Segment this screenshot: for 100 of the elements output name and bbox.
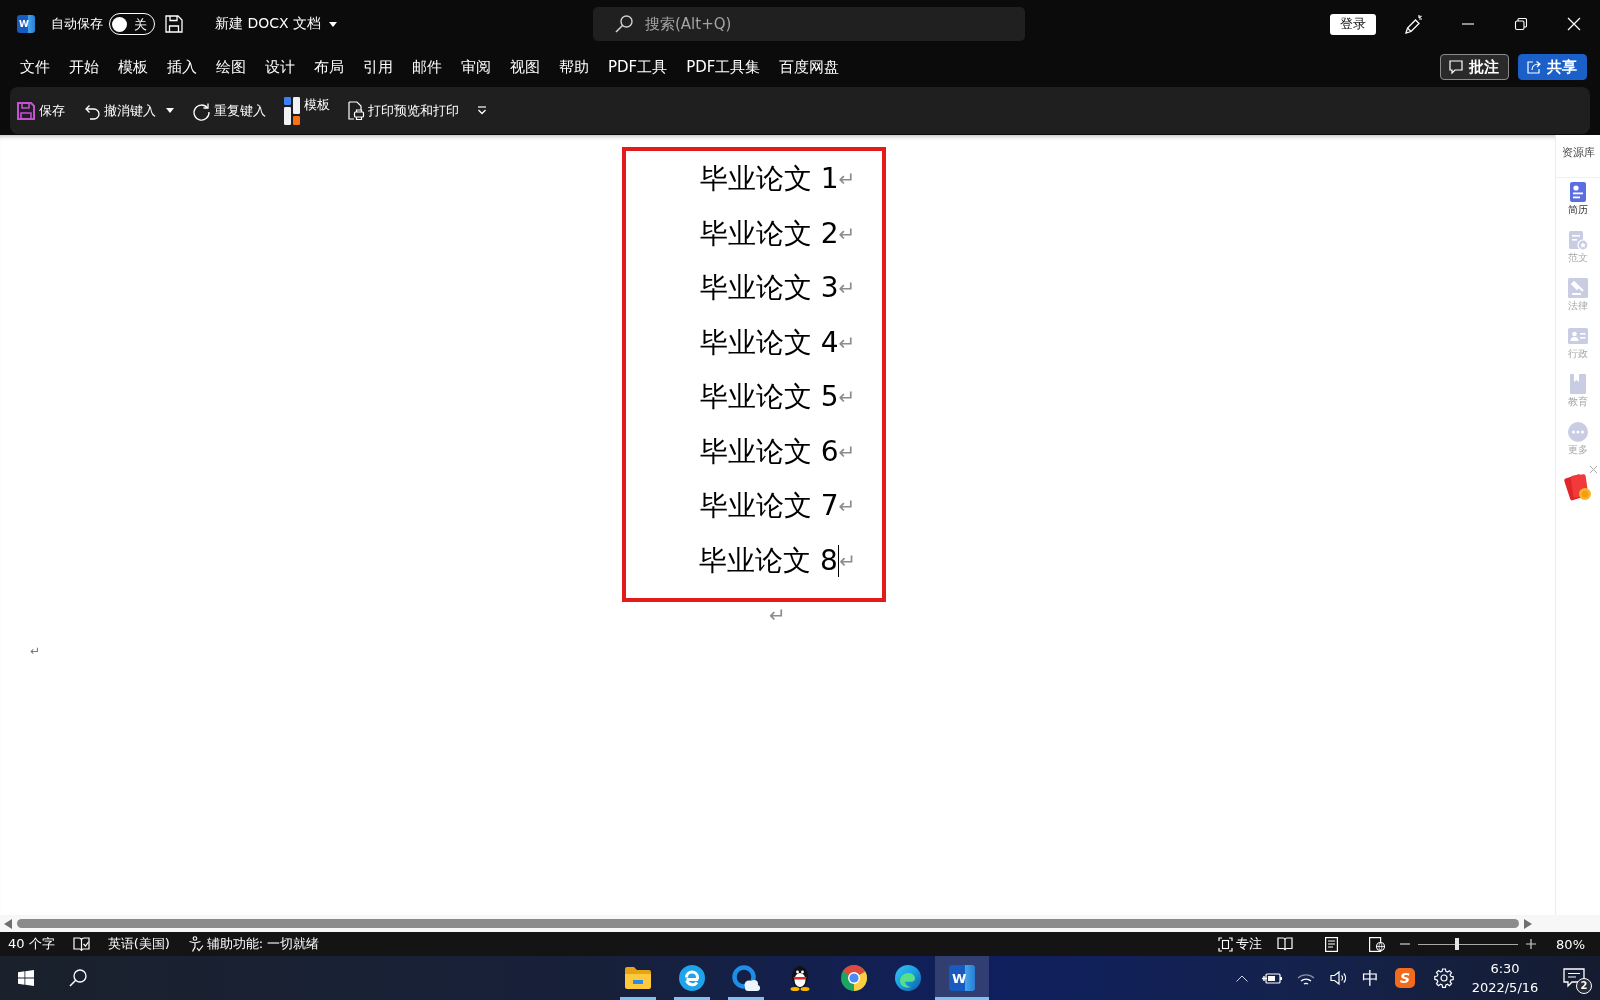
save-icon [17,101,35,120]
start-icon[interactable] [18,970,34,986]
ribbon-tab[interactable]: PDF工具集 [686,57,761,77]
focus-button[interactable]: 专注 [1218,935,1263,953]
template-tiles-icon [284,96,300,125]
ribbon-tab[interactable]: 插入 [167,57,197,77]
paragraph-mark: ↵ [838,441,856,462]
comment-button[interactable]: 批注 [1440,54,1509,80]
language-button[interactable]: 英语(美国) [107,935,170,953]
scrollbar-thumb[interactable] [17,919,1519,928]
ribbon-tab[interactable]: 百度网盘 [779,57,840,77]
ribbon-tab[interactable]: 布局 [314,57,344,77]
paragraph-text: 毕业论文 4 [699,328,839,357]
save-icon[interactable] [165,15,183,33]
chevron-up-icon[interactable] [1236,974,1248,982]
ribbon-tab[interactable]: 设计 [265,57,295,77]
notification-icon[interactable] [1563,968,1585,988]
paragraph-mark: ↵ [838,332,856,353]
ribbon-tab[interactable]: 视图 [510,57,540,77]
paragraph-mark: ↵ [838,223,856,244]
ribbon-tab[interactable]: 开始 [69,57,99,77]
battery-plug-icon[interactable] [1262,971,1282,985]
input-method-indicator[interactable]: 中 [1361,966,1379,990]
scroll-left-icon[interactable] [4,918,12,929]
read-mode-icon[interactable] [1277,937,1294,951]
wave-browser-icon [895,965,921,991]
word-count-button[interactable]: 40 个字 [8,935,55,953]
document-title-button[interactable]: 新建 DOCX 文档 [215,15,338,33]
ribbon-tab[interactable]: 绘图 [216,57,246,77]
web-layout-icon[interactable] [1369,936,1386,952]
paragraph-text: 毕业论文 5 [699,383,839,412]
paragraph-mark: ↵ [838,387,856,408]
document-star-icon [1568,230,1588,250]
resource-panel-title: 资源库 [1556,135,1600,178]
document-app-logo: W [949,965,975,991]
focus-icon [1218,936,1234,952]
print-preview-button[interactable]: 打印预览和打印 [348,101,459,120]
search-icon[interactable] [69,969,87,987]
search-field[interactable]: 搜索(Alt+Q) [593,7,1025,41]
ribbon-tab[interactable]: 帮助 [559,57,589,77]
paragraph-mark: ↵ [30,642,41,659]
penguin-icon [789,965,811,991]
paragraph-text: 毕业论文 6 [699,437,839,466]
ribbon-tab[interactable]: 引用 [363,57,393,77]
browser-e-icon [679,965,705,991]
restore-icon[interactable] [1514,18,1527,30]
toggle-knob-icon [112,16,127,32]
ribbon-tab[interactable]: PDF工具 [608,57,668,77]
share-icon [1527,60,1541,74]
print-layout-icon[interactable] [1324,936,1338,952]
cloud-icon [732,965,760,991]
ribbon-tab[interactable]: 审阅 [461,57,491,77]
print-preview-icon [348,101,364,120]
customize-toolbar-icon[interactable] [477,106,487,115]
login-button[interactable]: 登录 [1330,13,1376,35]
undo-icon [83,102,100,119]
ring-browser-icon [841,965,867,991]
save-button[interactable]: 保存 [17,101,65,120]
accessibility-icon [187,936,204,952]
ribbon-tab[interactable]: 文件 [20,57,50,77]
ribbon-tab[interactable]: 邮件 [412,57,442,77]
book-check-icon[interactable] [72,936,90,952]
paragraph-mark: ↵ [838,169,856,190]
resume-tab[interactable]: 简历 [1556,178,1600,226]
pen-sparkle-icon[interactable] [1403,14,1423,34]
app-logo: W [17,15,35,33]
accessibility-button[interactable]: 辅助功能: 一切就绪 [187,935,320,953]
settings-icon[interactable] [1434,968,1454,988]
zoom-level-button[interactable]: 80% [1556,936,1585,952]
paragraph-mark: ↵ [838,278,856,299]
autosave-label: 自动保存 [51,15,103,33]
paragraph-text: 毕业论文 2 [699,219,839,248]
envelope-coin-icon[interactable] [1563,473,1593,503]
paragraph-text: 毕业论文 1 [699,165,839,194]
zoom-slider-thumb[interactable] [1455,938,1460,950]
redo-button[interactable]: 重复键入 [192,101,266,120]
horizontal-scrollbar[interactable] [0,915,1600,932]
comment-icon [1449,60,1463,74]
paragraph-text: 毕业论文 3 [699,274,839,303]
taskbar-app-button[interactable]: W [935,956,989,1000]
book-icon [1568,374,1588,394]
undo-button[interactable]: 撤消键入 [83,101,156,120]
clock-date[interactable]: 2022/5/16 [1471,978,1539,997]
scroll-right-icon[interactable] [1524,918,1532,929]
template-button[interactable]: 模板 [284,96,330,125]
ribbon-tab[interactable]: 模板 [118,57,148,77]
id-card-icon [1568,326,1588,346]
gavel-icon [1568,278,1588,298]
paragraph-mark: ↵ [769,605,786,626]
speaker-icon[interactable] [1329,970,1347,986]
more-icon [1568,422,1588,442]
share-button[interactable]: 共享 [1518,54,1587,80]
paragraph-text: 毕业论文 8 [699,546,838,575]
zoom-in-icon[interactable] [1526,939,1537,949]
redo-icon [192,101,210,120]
paragraph-mark: ↵ [838,496,856,517]
search-icon [615,15,633,33]
dropdown-caret-icon[interactable] [166,108,174,113]
resume-icon [1568,182,1588,202]
clock-time[interactable]: 6:30 [1490,959,1520,978]
